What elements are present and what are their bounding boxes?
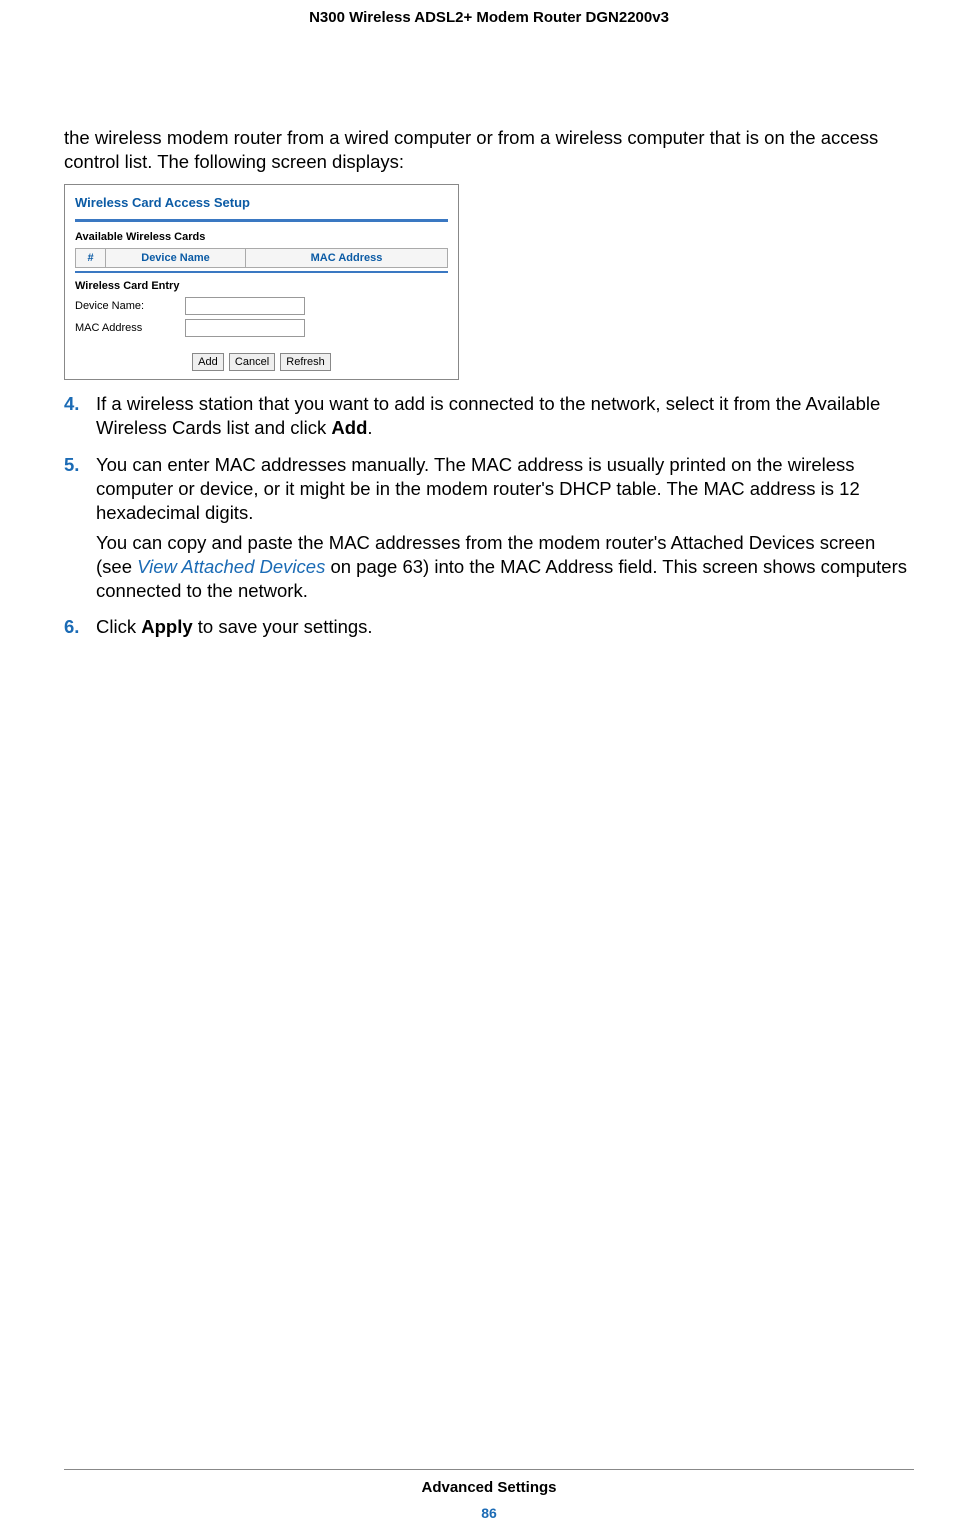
step-body: Click Apply to save your settings. — [96, 615, 914, 645]
page-content: the wireless modem router from a wired c… — [0, 36, 978, 645]
device-name-row: Device Name: — [75, 297, 448, 315]
available-cards-heading: Available Wireless Cards — [71, 228, 452, 245]
column-mac-address: MAC Address — [246, 248, 448, 267]
step-text: Click Apply to save your settings. — [96, 615, 914, 639]
footer-divider — [64, 1469, 914, 1470]
screenshot-button-row: Add Cancel Refresh — [71, 341, 452, 373]
entry-heading: Wireless Card Entry — [75, 279, 448, 297]
step-paragraph-1: You can enter MAC addresses manually. Th… — [96, 453, 914, 525]
column-number: # — [76, 248, 106, 267]
step-5: 5. You can enter MAC addresses manually.… — [64, 453, 914, 609]
bold-add: Add — [331, 417, 367, 438]
step-number: 5. — [64, 453, 86, 609]
device-name-label: Device Name: — [75, 299, 175, 313]
column-device-name: Device Name — [106, 248, 246, 267]
page-footer: Advanced Settings 86 — [0, 1469, 978, 1522]
device-name-input[interactable] — [185, 297, 305, 315]
divider — [75, 219, 448, 222]
document-title: N300 Wireless ADSL2+ Modem Router DGN220… — [309, 9, 669, 26]
step-body: If a wireless station that you want to a… — [96, 392, 914, 446]
table-header-row: # Device Name MAC Address — [76, 248, 448, 267]
intro-paragraph: the wireless modem router from a wired c… — [64, 126, 914, 174]
refresh-button[interactable]: Refresh — [280, 353, 331, 371]
add-button[interactable]: Add — [192, 353, 224, 371]
bold-apply: Apply — [141, 616, 192, 637]
step-paragraph-2: You can copy and paste the MAC addresses… — [96, 531, 914, 603]
mac-address-label: MAC Address — [75, 321, 175, 335]
page-header: N300 Wireless ADSL2+ Modem Router DGN220… — [0, 0, 978, 36]
step-6: 6. Click Apply to save your settings. — [64, 615, 914, 645]
screenshot-wireless-card-access: Wireless Card Access Setup Available Wir… — [64, 184, 459, 381]
card-entry-section: Wireless Card Entry Device Name: MAC Add… — [71, 279, 452, 337]
footer-section-title: Advanced Settings — [0, 1478, 978, 1498]
mac-address-input[interactable] — [185, 319, 305, 337]
available-cards-table: # Device Name MAC Address — [75, 248, 448, 268]
step-number: 4. — [64, 392, 86, 446]
mac-address-row: MAC Address — [75, 319, 448, 337]
cancel-button[interactable]: Cancel — [229, 353, 275, 371]
step-text: If a wireless station that you want to a… — [96, 392, 914, 440]
step-number: 6. — [64, 615, 86, 645]
step-body: You can enter MAC addresses manually. Th… — [96, 453, 914, 609]
footer-page-number: 86 — [0, 1504, 978, 1522]
step-4: 4. If a wireless station that you want t… — [64, 392, 914, 446]
screenshot-title: Wireless Card Access Setup — [71, 191, 452, 218]
link-view-attached-devices[interactable]: View Attached Devices — [137, 556, 325, 577]
divider — [75, 271, 448, 273]
